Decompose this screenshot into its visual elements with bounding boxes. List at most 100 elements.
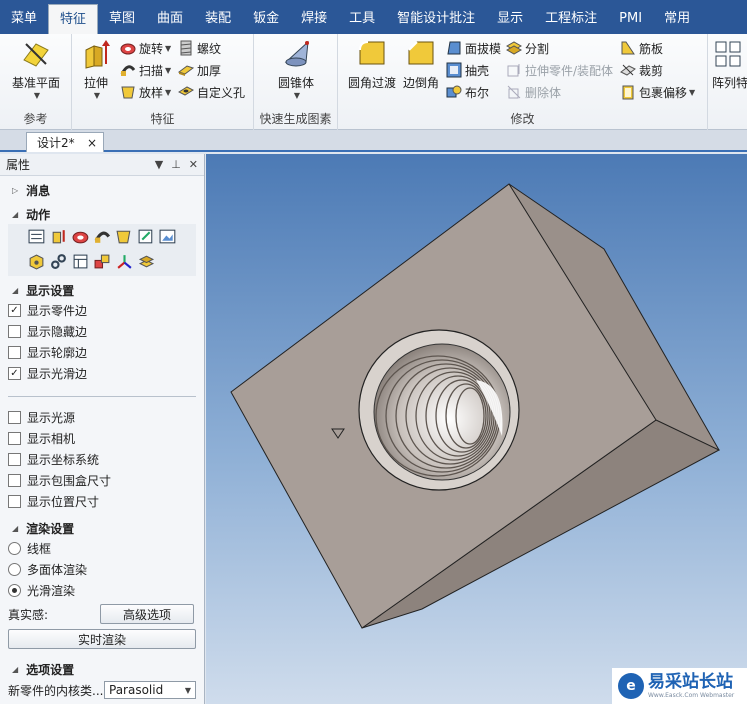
kernel-select[interactable]: Parasolid ▼ — [104, 681, 196, 699]
section-options[interactable]: ◢ 选项设置 — [0, 659, 204, 679]
stack-icon[interactable] — [138, 253, 155, 270]
wrap-offset-button[interactable]: 包裹偏移 ▼ — [620, 82, 695, 102]
display-checkbox[interactable]: 显示隐藏边 — [0, 321, 204, 342]
part-model[interactable] — [206, 154, 747, 704]
display-checkbox[interactable]: 显示轮廓边 — [0, 342, 204, 363]
shell-button[interactable]: 抽壳 — [446, 60, 489, 80]
menu-tab-feature[interactable]: 特征 — [48, 4, 99, 34]
custom-hole-button[interactable]: 自定义孔 — [178, 82, 245, 102]
3d-viewport[interactable]: e 易采站长站 Www.Easck.Com Webmaster — [206, 154, 747, 704]
close-icon[interactable]: × — [87, 136, 97, 150]
delete-body-button[interactable]: 删除体 — [506, 82, 561, 102]
section-messages[interactable]: ▷ 消息 — [0, 180, 204, 200]
menu-tab-weld[interactable]: 焊接 — [290, 4, 338, 34]
extra-checkbox[interactable]: 显示光源 — [0, 407, 204, 428]
document-tab[interactable]: 设计2* × — [26, 132, 104, 152]
rib-button[interactable]: 筋板 — [620, 38, 663, 58]
actions-toolbar — [8, 224, 196, 276]
extra-checkbox[interactable]: 显示相机 — [0, 428, 204, 449]
menu-tab-pmi[interactable]: PMI — [608, 4, 653, 34]
sweep-icon[interactable] — [94, 228, 111, 245]
render-mode-radio[interactable]: 多面体渲染 — [0, 559, 204, 580]
thread-button[interactable]: 螺纹 — [178, 38, 221, 58]
extra-checkbox[interactable]: 显示坐标系统 — [0, 449, 204, 470]
revolve-icon[interactable] — [72, 228, 89, 245]
assembly-icon[interactable] — [94, 253, 111, 270]
document-tab-label: 设计2* — [37, 136, 75, 150]
cone-button[interactable]: 圆锥体 ▼ — [266, 38, 326, 100]
close-icon[interactable]: ✕ — [189, 158, 198, 171]
checkbox-icon[interactable]: ✓ — [8, 304, 21, 317]
chamfer-button[interactable]: 边倒角 — [398, 38, 444, 91]
extrude-part-button[interactable]: 拉伸零件/装配体 — [506, 60, 613, 80]
menu-tab-surface[interactable]: 曲面 — [146, 4, 194, 34]
checkbox-icon[interactable] — [8, 432, 21, 445]
loft-button[interactable]: 放样 ▼ — [120, 82, 171, 102]
image-icon[interactable] — [159, 228, 176, 245]
display-checkbox[interactable]: ✓ 显示零件边 — [0, 300, 204, 321]
sweep-button[interactable]: 扫描 ▼ — [120, 60, 171, 80]
section-display[interactable]: ◢ 显示设置 — [0, 280, 204, 300]
checkbox-icon[interactable] — [8, 411, 21, 424]
table-icon[interactable] — [72, 253, 89, 270]
radio-icon[interactable] — [8, 542, 21, 555]
menu-tab-assembly[interactable]: 装配 — [194, 4, 242, 34]
pin-icon[interactable]: ⊥ — [171, 158, 181, 171]
render-mode-radio[interactable]: 光滑渲染 — [0, 580, 204, 601]
boolean-icon — [446, 85, 462, 98]
menu-tab-sketch[interactable]: 草图 — [98, 4, 146, 34]
extrude-button[interactable]: 拉伸 ▼ — [78, 38, 114, 100]
revolve-button[interactable]: 旋转 ▼ — [120, 38, 171, 58]
checkbox-icon[interactable] — [8, 495, 21, 508]
radio-icon[interactable] — [8, 584, 21, 597]
link-icon[interactable] — [50, 253, 67, 270]
extra-checkbox[interactable]: 显示包围盒尺寸 — [0, 470, 204, 491]
radio-icon[interactable] — [8, 563, 21, 576]
display-checkbox[interactable]: ✓ 显示光滑边 — [0, 363, 204, 384]
watermark: e 易采站长站 Www.Easck.Com Webmaster — [612, 668, 747, 704]
render-mode-label: 线框 — [27, 542, 52, 556]
trim-button[interactable]: 裁剪 — [620, 60, 663, 80]
advanced-options-button[interactable]: 高级选项 — [100, 604, 194, 624]
extra-checkbox[interactable]: 显示位置尺寸 — [0, 491, 204, 512]
boolean-button[interactable]: 布尔 — [446, 82, 489, 102]
group-label-feature: 特征 — [150, 112, 175, 126]
cube-icon[interactable] — [28, 253, 45, 270]
render-mode-radio[interactable]: 线框 — [0, 538, 204, 559]
thicken-button[interactable]: 加厚 — [178, 60, 221, 80]
datum-plane-button[interactable]: 基准平面 ▼ — [10, 38, 62, 100]
menu-tab-display[interactable]: 显示 — [486, 4, 534, 34]
realism-row: 真实感: 高级选项 — [0, 601, 204, 627]
menu-tab-smart-annotation[interactable]: 智能设计批注 — [386, 4, 486, 34]
draft-button[interactable]: 面拔模 — [446, 38, 501, 58]
panel-menu-icon[interactable]: ▼ — [155, 158, 163, 171]
menu-tab-menu[interactable]: 菜单 — [0, 4, 48, 34]
extra-checkbox-label: 显示坐标系统 — [27, 453, 100, 467]
checkbox-icon[interactable] — [8, 474, 21, 487]
axis-icon[interactable] — [116, 253, 133, 270]
ribbon-group-feature: 拉伸 ▼ 旋转 ▼ 扫描 ▼ 放样 ▼ 螺纹 加厚 自定义孔 特征 — [72, 34, 254, 130]
checkbox-icon[interactable] — [8, 346, 21, 359]
section-render[interactable]: ◢ 渲染设置 — [0, 518, 204, 538]
menu-tab-tools[interactable]: 工具 — [338, 4, 386, 34]
section-actions[interactable]: ◢ 动作 — [0, 204, 204, 224]
properties-panel: 属性 ▼ ⊥ ✕ ▷ 消息 ◢ 动作 ◢ 显示设置 ✓ 显示零件边 显示隐藏边 … — [0, 154, 205, 704]
section-render-label: 渲染设置 — [26, 521, 75, 536]
display-checkbox-label: 显示隐藏边 — [27, 325, 88, 339]
edit-icon[interactable] — [137, 228, 154, 245]
menu-tab-common[interactable]: 常用 — [653, 4, 701, 34]
checkbox-icon[interactable] — [8, 453, 21, 466]
menu-tab-drawing[interactable]: 工程标注 — [534, 4, 608, 34]
extrude-icon[interactable] — [50, 228, 67, 245]
section-display-label: 显示设置 — [26, 283, 75, 298]
pattern-button[interactable]: 阵列特 — [712, 38, 747, 91]
split-button[interactable]: 分割 — [506, 38, 549, 58]
properties-list-icon[interactable] — [28, 228, 45, 245]
split-icon — [506, 41, 522, 55]
loft-icon[interactable] — [115, 228, 132, 245]
fillet-button[interactable]: 圆角过渡 — [346, 38, 398, 91]
menu-tab-sheetmetal[interactable]: 钣金 — [242, 4, 290, 34]
checkbox-icon[interactable] — [8, 325, 21, 338]
checkbox-icon[interactable]: ✓ — [8, 367, 21, 380]
realtime-render-button[interactable]: 实时渲染 — [8, 629, 196, 649]
